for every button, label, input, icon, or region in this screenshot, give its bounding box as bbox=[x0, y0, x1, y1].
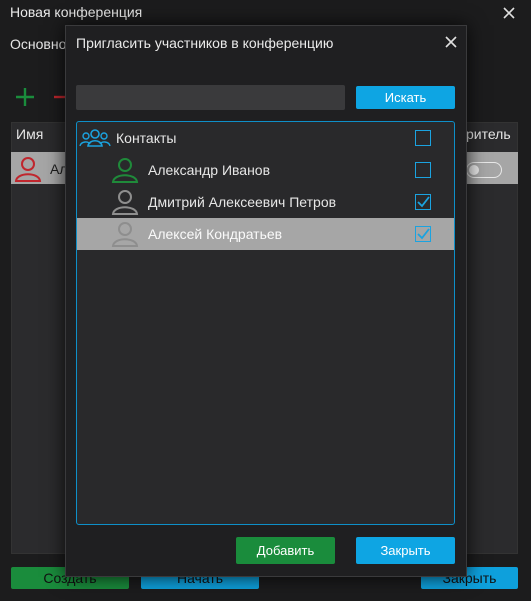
column-header-name: Имя bbox=[16, 126, 44, 142]
presenter-toggle[interactable] bbox=[466, 162, 502, 178]
close-icon[interactable] bbox=[498, 2, 520, 24]
search-button[interactable]: Искать bbox=[356, 86, 455, 109]
dialog-close-button[interactable]: Закрыть bbox=[356, 537, 455, 564]
user-icon bbox=[111, 188, 139, 216]
check-icon bbox=[417, 228, 430, 240]
tree-group-contacts[interactable]: Контакты bbox=[77, 122, 454, 154]
plus-icon[interactable] bbox=[14, 86, 36, 108]
contact-name: Дмитрий Алексеевич Петров bbox=[148, 194, 337, 210]
window-title: Новая конференция bbox=[10, 4, 143, 20]
contact-name: Александр Иванов bbox=[148, 162, 271, 178]
check-icon bbox=[417, 196, 430, 208]
column-header-role: ритель bbox=[466, 126, 511, 142]
tab-main[interactable]: Основно bbox=[10, 36, 66, 52]
contacts-tree: Контакты Александр Иванов Дмитрий Алексе… bbox=[76, 121, 455, 525]
contact-name: Алексей Кондратьев bbox=[148, 226, 283, 242]
contact-checkbox[interactable] bbox=[415, 162, 431, 178]
user-icon bbox=[111, 156, 139, 184]
group-checkbox[interactable] bbox=[415, 130, 431, 146]
add-button[interactable]: Добавить bbox=[236, 537, 335, 564]
invite-dialog: Пригласить участников в конференцию Иска… bbox=[65, 25, 467, 577]
search-input[interactable] bbox=[76, 85, 345, 110]
group-label: Контакты bbox=[116, 130, 177, 146]
dialog-title: Пригласить участников в конференцию bbox=[76, 35, 334, 51]
contact-row[interactable]: Александр Иванов bbox=[77, 154, 454, 186]
contact-row[interactable]: Дмитрий Алексеевич Петров bbox=[77, 186, 454, 218]
group-icon bbox=[79, 124, 111, 152]
contact-row[interactable]: Алексей Кондратьев bbox=[77, 218, 454, 250]
contact-checkbox[interactable] bbox=[415, 194, 431, 210]
minus-icon[interactable] bbox=[52, 86, 66, 108]
user-icon bbox=[111, 220, 139, 248]
user-icon bbox=[14, 155, 42, 183]
contact-checkbox[interactable] bbox=[415, 226, 431, 242]
close-icon[interactable] bbox=[441, 32, 461, 52]
